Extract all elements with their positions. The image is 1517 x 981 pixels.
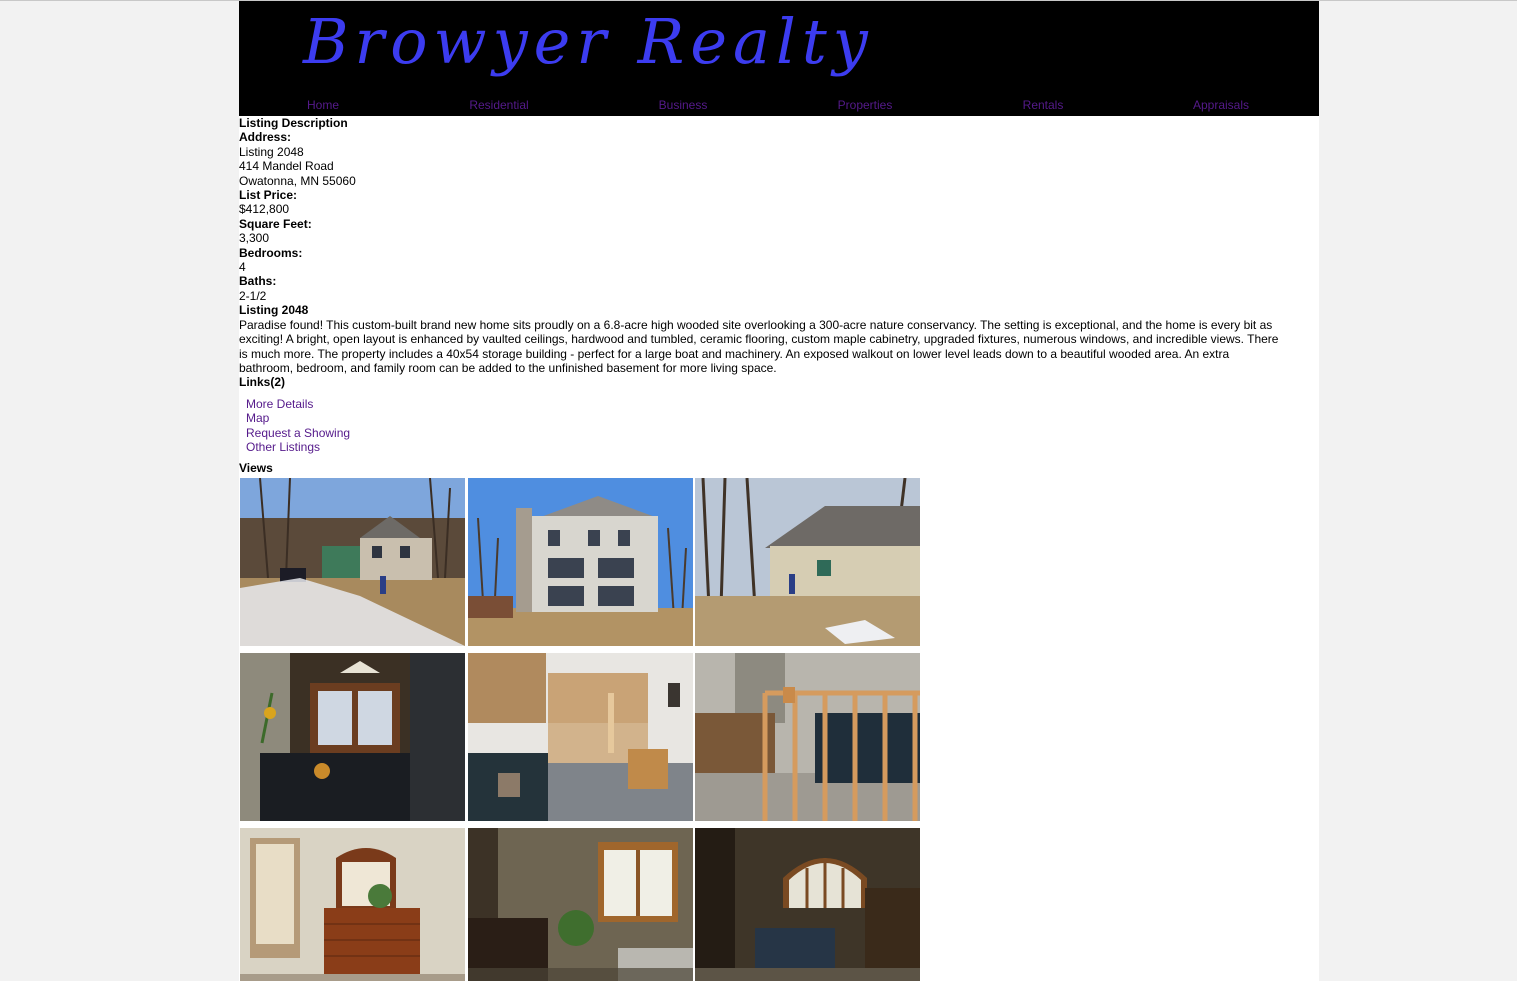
description-title: Listing 2048 [239,303,309,318]
link-map[interactable]: Map [246,411,1319,425]
link-other-listings[interactable]: Other Listings [246,440,1319,454]
nav-residential[interactable]: Residential [469,98,528,112]
main-nav: Home Residential Business Properties Ren… [239,98,1319,114]
nav-properties[interactable]: Properties [838,98,893,112]
site-header: Browyer Realty Home Residential Business… [239,1,1319,116]
page-container: Browyer Realty Home Residential Business… [239,1,1319,981]
bedrooms-label: Bedrooms: [239,245,303,260]
address-label: Address: [239,130,292,145]
bedrooms-value: 4 [239,260,246,275]
kitchen-photo[interactable] [468,652,693,821]
sqft-value: 3,300 [239,231,270,246]
house-side-exterior-photo[interactable] [695,477,920,646]
address-line-3: Owatonna, MN 55060 [239,173,356,188]
bedroom-window-photo[interactable] [468,827,693,981]
baths-value: 2-1/2 [239,288,267,303]
house-front-exterior-photo[interactable] [240,477,465,646]
link-more-details[interactable]: More Details [246,397,1319,411]
site-logo[interactable]: Browyer Realty [303,5,874,78]
nav-business[interactable]: Business [659,98,708,112]
arched-window-room-photo[interactable] [695,827,920,981]
address-line-1: Listing 2048 [239,144,304,159]
views-title: Views [239,461,273,476]
address-line-2: 414 Mandel Road [239,159,334,174]
sqft-label: Square Feet: [239,216,312,231]
baths-label: Baths: [239,274,277,289]
bedroom-dresser-photo[interactable] [240,827,465,981]
nav-home[interactable]: Home [307,98,339,112]
link-request-showing[interactable]: Request a Showing [246,426,1319,440]
nav-appraisals[interactable]: Appraisals [1193,98,1249,112]
links-list: More Details Map Request a Showing Other… [239,390,1319,462]
dining-room-photo[interactable] [240,652,465,821]
house-rear-exterior-photo[interactable] [468,477,693,646]
listing-content: Listing Description Address: Listing 204… [239,116,1319,981]
price-value: $412,800 [239,202,290,217]
nav-rentals[interactable]: Rentals [1023,98,1064,112]
listing-description: Paradise found! This custom-built brand … [239,317,1279,375]
links-title: Links(2) [239,375,286,390]
section-title: Listing Description [239,116,348,130]
price-label: List Price: [239,188,298,203]
staircase-photo[interactable] [695,652,920,821]
